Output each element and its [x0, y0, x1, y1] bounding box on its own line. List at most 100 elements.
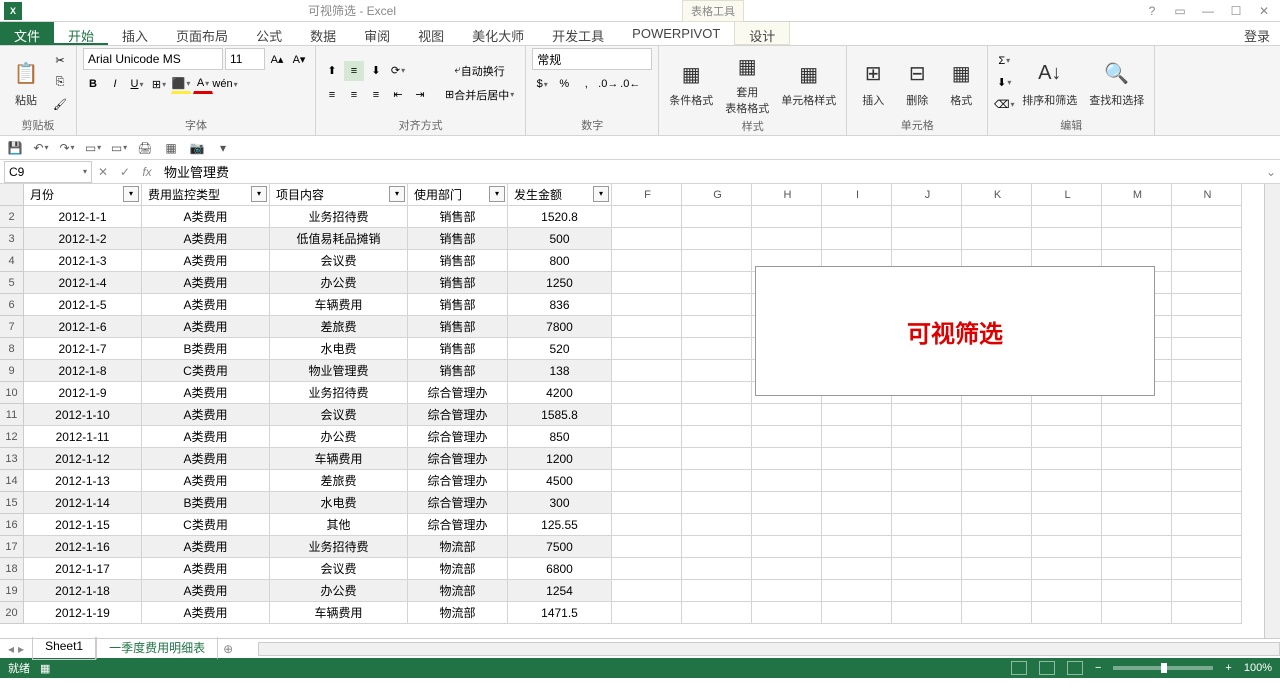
- cell[interactable]: 综合管理办: [408, 404, 508, 426]
- qat-btn-2[interactable]: ▭▾: [110, 139, 128, 157]
- increase-indent-button[interactable]: ⇥: [410, 85, 430, 105]
- cell-empty[interactable]: [1172, 272, 1242, 294]
- align-left-button[interactable]: ≡: [322, 85, 342, 105]
- col-header-F[interactable]: F: [612, 184, 682, 206]
- paste-button[interactable]: 📋 粘贴: [6, 56, 46, 110]
- tab-美化大师[interactable]: 美化大师: [458, 22, 538, 45]
- cell[interactable]: 2012-1-16: [24, 536, 142, 558]
- cell[interactable]: 850: [508, 426, 612, 448]
- cell[interactable]: 综合管理办: [408, 470, 508, 492]
- cell[interactable]: A类费用: [142, 228, 270, 250]
- cell[interactable]: A类费用: [142, 580, 270, 602]
- row-header[interactable]: 11: [0, 404, 24, 426]
- cell-empty[interactable]: [962, 492, 1032, 514]
- row-header[interactable]: 4: [0, 250, 24, 272]
- cell[interactable]: A类费用: [142, 404, 270, 426]
- cell-empty[interactable]: [612, 228, 682, 250]
- cell[interactable]: A类费用: [142, 382, 270, 404]
- expand-formula-bar[interactable]: ⌄: [1262, 165, 1280, 179]
- cell-empty[interactable]: [1032, 470, 1102, 492]
- close-icon[interactable]: ✕: [1256, 4, 1272, 18]
- cell[interactable]: 125.55: [508, 514, 612, 536]
- cell[interactable]: 业务招待费: [270, 206, 408, 228]
- cell-empty[interactable]: [1032, 514, 1102, 536]
- insert-function-button[interactable]: fx: [136, 165, 158, 179]
- cell-empty[interactable]: [752, 580, 822, 602]
- cell-empty[interactable]: [962, 558, 1032, 580]
- font-color-button[interactable]: A▾: [193, 74, 213, 94]
- fill-color-button[interactable]: ⬛▾: [171, 74, 191, 94]
- border-button[interactable]: ⊞▾: [149, 74, 169, 94]
- cell-empty[interactable]: [752, 426, 822, 448]
- cell-empty[interactable]: [892, 206, 962, 228]
- cell[interactable]: 物流部: [408, 536, 508, 558]
- cell-empty[interactable]: [682, 360, 752, 382]
- cell[interactable]: 2012-1-11: [24, 426, 142, 448]
- cell-empty[interactable]: [1032, 536, 1102, 558]
- cell[interactable]: 800: [508, 250, 612, 272]
- cell-empty[interactable]: [1172, 448, 1242, 470]
- cell[interactable]: 销售部: [408, 338, 508, 360]
- cell-empty[interactable]: [612, 470, 682, 492]
- autosum-button[interactable]: Σ▾: [994, 51, 1014, 71]
- row-header[interactable]: 2: [0, 206, 24, 228]
- cell[interactable]: 2012-1-13: [24, 470, 142, 492]
- cell-styles-button[interactable]: ▦单元格样式: [777, 56, 840, 110]
- cell[interactable]: 综合管理办: [408, 448, 508, 470]
- cell[interactable]: 销售部: [408, 316, 508, 338]
- confirm-formula-button[interactable]: ✓: [114, 165, 136, 179]
- filter-button[interactable]: ▾: [593, 186, 609, 202]
- cell-empty[interactable]: [682, 228, 752, 250]
- cell-empty[interactable]: [822, 536, 892, 558]
- cell[interactable]: 综合管理办: [408, 492, 508, 514]
- cell[interactable]: 500: [508, 228, 612, 250]
- cell[interactable]: 水电费: [270, 338, 408, 360]
- cell-empty[interactable]: [822, 426, 892, 448]
- align-middle-button[interactable]: ≡: [344, 61, 364, 81]
- cell-empty[interactable]: [1172, 492, 1242, 514]
- redo-button[interactable]: ↷▾: [58, 139, 76, 157]
- insert-cells-button[interactable]: ⊞插入: [853, 56, 893, 110]
- cell-empty[interactable]: [612, 514, 682, 536]
- cell-empty[interactable]: [1172, 426, 1242, 448]
- cell-empty[interactable]: [612, 580, 682, 602]
- delete-cells-button[interactable]: ⊟删除: [897, 56, 937, 110]
- filter-button[interactable]: ▾: [251, 186, 267, 202]
- row-header[interactable]: 10: [0, 382, 24, 404]
- cell-empty[interactable]: [682, 558, 752, 580]
- row-header[interactable]: 13: [0, 448, 24, 470]
- cell[interactable]: A类费用: [142, 448, 270, 470]
- cell[interactable]: 836: [508, 294, 612, 316]
- cell[interactable]: 会议费: [270, 250, 408, 272]
- cell-empty[interactable]: [1172, 404, 1242, 426]
- cell-empty[interactable]: [962, 426, 1032, 448]
- cell-empty[interactable]: [962, 404, 1032, 426]
- cell[interactable]: 1254: [508, 580, 612, 602]
- help-icon[interactable]: ?: [1144, 4, 1160, 18]
- percent-button[interactable]: %: [554, 74, 574, 94]
- col-header-G[interactable]: G: [682, 184, 752, 206]
- conditional-format-button[interactable]: ▦条件格式: [665, 56, 717, 110]
- qat-btn-3[interactable]: 🖨: [136, 139, 154, 157]
- font-name-select[interactable]: [83, 48, 223, 70]
- cell-empty[interactable]: [612, 338, 682, 360]
- cell[interactable]: 会议费: [270, 404, 408, 426]
- italic-button[interactable]: I: [105, 74, 125, 94]
- cell-empty[interactable]: [752, 536, 822, 558]
- cell-empty[interactable]: [752, 206, 822, 228]
- cell-empty[interactable]: [962, 228, 1032, 250]
- increase-font-button[interactable]: A▴: [267, 49, 287, 69]
- cell-empty[interactable]: [822, 206, 892, 228]
- cell[interactable]: 综合管理办: [408, 426, 508, 448]
- cell-empty[interactable]: [612, 448, 682, 470]
- horizontal-scrollbar[interactable]: [258, 642, 1280, 656]
- cell[interactable]: 水电费: [270, 492, 408, 514]
- clear-button[interactable]: ⌫▾: [994, 95, 1014, 115]
- cell[interactable]: 4200: [508, 382, 612, 404]
- cell-empty[interactable]: [1172, 338, 1242, 360]
- cell[interactable]: A类费用: [142, 316, 270, 338]
- cell[interactable]: 2012-1-10: [24, 404, 142, 426]
- align-center-button[interactable]: ≡: [344, 85, 364, 105]
- cell-empty[interactable]: [1102, 228, 1172, 250]
- cell[interactable]: 办公费: [270, 580, 408, 602]
